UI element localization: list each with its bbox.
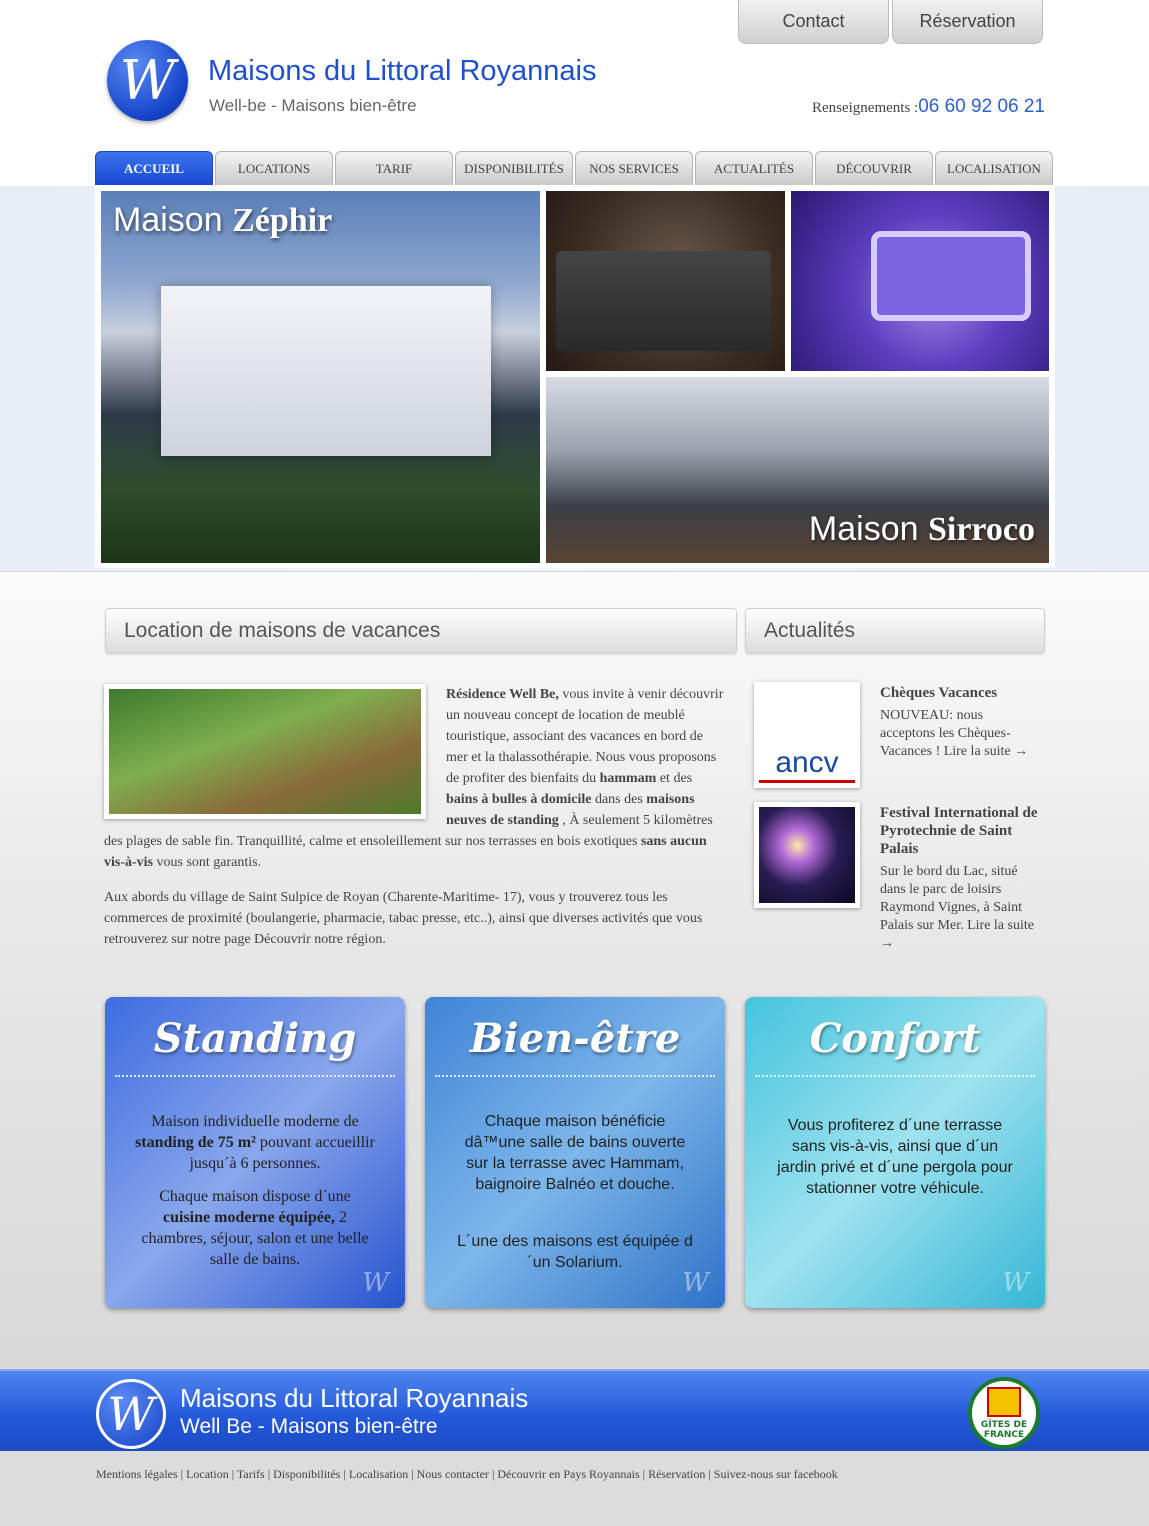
dotted-divider	[115, 1075, 395, 1077]
text: et des	[656, 771, 693, 786]
nav-tab-8[interactable]: LOCALISATION	[935, 151, 1053, 185]
watermark-logo: W	[682, 1268, 709, 1298]
news-text: NOUVEAU: nous acceptons les Chèques-Vaca…	[880, 708, 1029, 759]
separator: |	[340, 1467, 349, 1481]
footer-link[interactable]: Disponibilités	[273, 1467, 340, 1481]
nav-tab-2[interactable]: LOCATIONS	[215, 151, 333, 185]
feature-paragraph: Chaque maison dispose d´une cuisine mode…	[105, 1186, 405, 1270]
bold-text: cuisine moderne équipée,	[163, 1209, 335, 1226]
phone-label: Renseignements :	[811, 100, 919, 116]
photo-gallery: Maison Zéphir Maison Sirroco	[95, 186, 1055, 568]
footer-link[interactable]: Tarifs	[237, 1467, 265, 1481]
footer-link[interactable]: Réservation	[648, 1467, 705, 1481]
footer-link[interactable]: Mentions légales	[96, 1467, 178, 1481]
bedroom-photo[interactable]	[546, 191, 785, 371]
news-item: Chèques Vacances NOUVEAU: nous acceptons…	[880, 684, 1040, 761]
separator: |	[177, 1467, 187, 1481]
text: et douche.	[595, 1176, 675, 1193]
footer-links: Mentions légales | Location | Tarifs | D…	[96, 1467, 838, 1482]
news-text: Sur le bord du Lac, situé dans le parc d…	[880, 864, 1034, 951]
dotted-divider	[755, 1075, 1035, 1077]
nav-tab-5[interactable]: NOS SERVICES	[575, 151, 693, 185]
contact-button[interactable]: Contact	[738, 0, 889, 44]
intro-paragraph-2: Aux abords du village de Saint Sulpice d…	[104, 890, 703, 947]
site-title[interactable]: Maisons du Littoral Royannais	[208, 55, 596, 88]
news-title[interactable]: Festival International de Pyrotechnie de…	[754, 804, 1044, 858]
text: .	[618, 1254, 623, 1271]
highlight-text: pergola	[923, 1159, 977, 1176]
site-subtitle: Well-be - Maisons bien-être	[209, 96, 417, 115]
bold-text: Résidence Well Be,	[446, 687, 559, 702]
highlight-text: Balnéo	[545, 1176, 596, 1193]
footer-title: Maisons du Littoral Royannais	[180, 1383, 529, 1413]
logo[interactable]: W	[107, 40, 188, 121]
gites-de-france-badge[interactable]: GÎTES DE FRANCE	[968, 1377, 1040, 1449]
feature-card-2: Bien-être Chaque maison bénéficie dâ™une …	[425, 997, 725, 1308]
nav-tab-7[interactable]: DÉCOUVRIR	[815, 151, 933, 185]
news-heading: Actualités	[745, 608, 1045, 653]
text: Vous profiterez d´une	[787, 1117, 945, 1134]
text: et d´une	[855, 1159, 924, 1176]
maison-sirroco-photo[interactable]: Maison Sirroco	[546, 377, 1049, 563]
house-icon	[987, 1386, 1021, 1417]
feature-title: Standing	[153, 1015, 357, 1062]
highlight-text: Hammam	[610, 1155, 680, 1172]
bold-text: bains à bulles à domicile	[446, 792, 592, 807]
separator: |	[639, 1467, 649, 1481]
main-heading: Location de maisons de vacances	[105, 608, 737, 653]
text: Maison individuelle moderne de	[151, 1113, 359, 1130]
separator: |	[228, 1467, 237, 1481]
bold-text: hammam	[599, 771, 657, 786]
footer-link[interactable]: Nous contacter	[417, 1467, 489, 1481]
dotted-divider	[435, 1075, 715, 1077]
feature-paragraph: Maison individuelle moderne de standing …	[105, 1111, 405, 1174]
bold-text: standing de 75 m²	[135, 1134, 256, 1151]
separator: |	[705, 1467, 714, 1481]
footer-logo[interactable]: W	[96, 1379, 166, 1449]
ancv-logo-image[interactable]: ancv	[754, 682, 860, 788]
footer-link[interactable]: Location	[186, 1467, 229, 1481]
sirroco-caption: Maison Sirroco	[808, 510, 1035, 548]
separator: |	[264, 1467, 274, 1481]
feature-paragraph: L´une des maisons est équipée d´un Solar…	[425, 1231, 725, 1273]
watermark-logo: W	[362, 1268, 389, 1298]
feature-title: Confort	[809, 1015, 981, 1062]
reservation-button[interactable]: Réservation	[892, 0, 1043, 44]
feature-card-1: Standing Maison individuelle moderne de s…	[105, 997, 405, 1308]
jacuzzi-photo[interactable]	[791, 191, 1049, 371]
news-item: Festival International de Pyrotechnie de…	[754, 804, 1044, 953]
phone-number[interactable]: 06 60 92 06 21	[918, 96, 1045, 117]
text: , ainsi que d´un	[888, 1138, 999, 1155]
nav-tab-4[interactable]: DISPONIBILITÉS	[455, 151, 573, 185]
feature-card-3: Confort Vous profiterez d´une terrasse sa…	[745, 997, 1045, 1308]
text: vous sont garantis.	[153, 855, 262, 870]
separator: |	[408, 1467, 417, 1481]
nav-tab-1[interactable]: ACCUEIL	[95, 151, 213, 185]
feature-title: Bien-être	[469, 1015, 681, 1062]
garden-photo[interactable]	[104, 684, 426, 819]
footer-link[interactable]: Découvrir en Pays Royannais	[497, 1467, 639, 1481]
zephir-caption: Maison Zéphir	[113, 201, 333, 239]
footer-subtitle: Well Be - Maisons bien-être	[180, 1415, 438, 1438]
feature-paragraph: Vous profiterez d´une terrasse sans vis-…	[745, 1115, 1045, 1199]
nav-tab-6[interactable]: ACTUALITÉS	[695, 151, 813, 185]
highlight-text: jardin privé	[777, 1159, 856, 1176]
highlight-text: Solarium	[554, 1254, 619, 1271]
house-shape	[161, 286, 491, 456]
text: dans des	[591, 792, 647, 807]
bed-shape	[556, 251, 771, 351]
nav-tab-3[interactable]: TARIF	[335, 151, 453, 185]
feature-paragraph: Chaque maison bénéficie dâ™une salle de …	[425, 1111, 725, 1195]
tub-shape	[871, 231, 1031, 321]
news-title[interactable]: Chèques Vacances	[880, 684, 1040, 702]
intro-text: Résidence Well Be, vous invite à venir d…	[104, 684, 724, 964]
maison-zephir-photo[interactable]: Maison Zéphir	[101, 191, 540, 563]
main-nav: ACCUEIL LOCATIONS TARIF DISPONIBILITÉS NOS S…	[95, 151, 1053, 185]
footer-banner: W Maisons du Littoral Royannais Well Be …	[0, 1369, 1149, 1451]
text: Chaque maison dispose d´une	[159, 1188, 351, 1205]
phone-info: Renseignements :06 60 92 06 21	[812, 96, 1045, 118]
footer-link[interactable]: Localisation	[349, 1467, 408, 1481]
watermark-logo: W	[1002, 1268, 1029, 1298]
footer-link[interactable]: Suivez-nous sur facebook	[714, 1467, 838, 1481]
